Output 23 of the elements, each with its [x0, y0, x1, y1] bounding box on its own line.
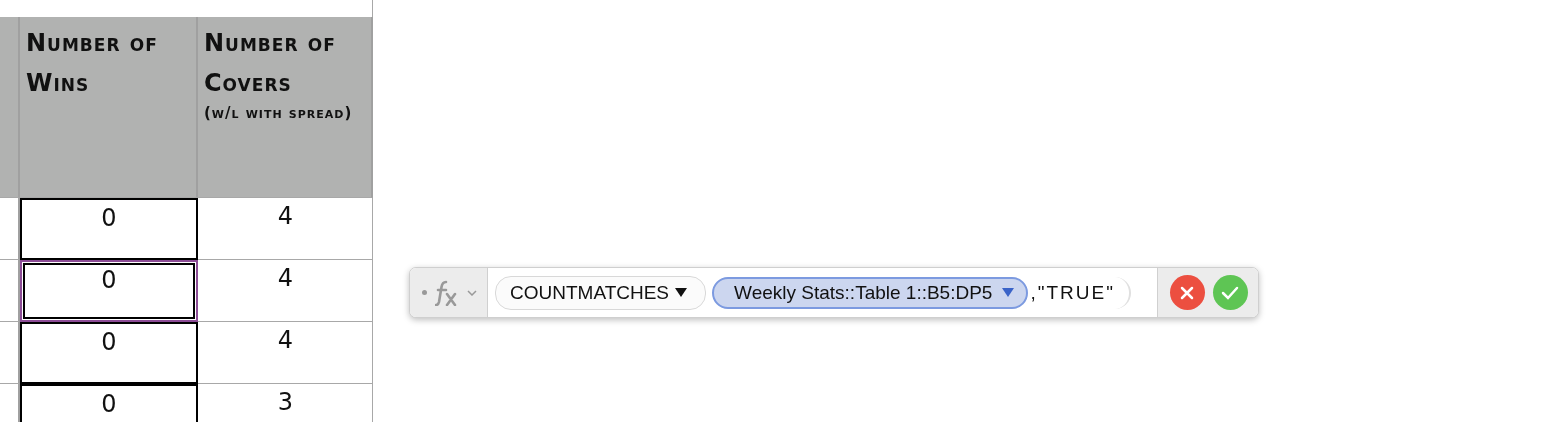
table-cell[interactable]: 0	[20, 322, 198, 384]
table-cell[interactable]: 4	[198, 260, 373, 322]
column-title: Number of Wins	[26, 28, 159, 99]
function-icon[interactable]	[435, 279, 459, 306]
triangle-down-icon	[1002, 288, 1015, 297]
cancel-button[interactable]	[1169, 275, 1205, 310]
column-title: Number of Covers	[204, 28, 337, 99]
reference-token[interactable]: Weekly Stats::Table 1::B5:DP5	[712, 276, 1029, 309]
formula-argument: ,"TRUE"	[1028, 276, 1131, 309]
checkmark-icon	[1221, 285, 1240, 300]
table-cell[interactable]: 0	[20, 384, 198, 422]
table-cell[interactable]: 4	[198, 198, 373, 260]
dot-icon	[422, 290, 427, 295]
column-note: (w/l with spread)	[204, 103, 353, 124]
table-cell[interactable]: 4	[198, 322, 373, 384]
table-cell[interactable]: 3	[198, 384, 373, 422]
table-cell[interactable]: 0	[20, 198, 198, 260]
chevron-down-icon[interactable]	[467, 289, 477, 296]
accept-button[interactable]	[1212, 275, 1248, 310]
function-token[interactable]: COUNTMATCHES	[495, 275, 707, 310]
triangle-down-icon	[675, 288, 688, 297]
table-cell[interactable]: 0	[20, 260, 198, 322]
close-icon	[1180, 285, 1195, 300]
